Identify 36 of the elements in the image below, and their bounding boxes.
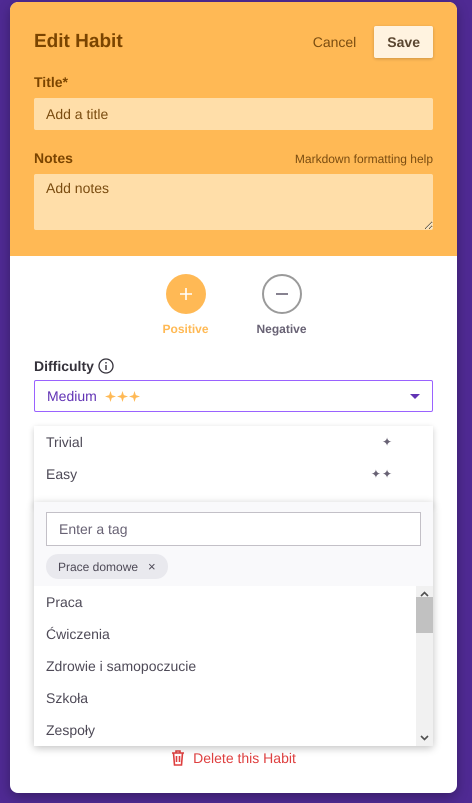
difficulty-option[interactable]: Easy ✦✦ [34,458,433,490]
delete-habit-button[interactable]: Delete this Habit [165,749,302,767]
info-icon[interactable] [98,358,114,374]
plus-icon [180,288,192,300]
star-icon [116,390,128,402]
tag-option[interactable]: Zespoły [34,714,416,746]
title-label: Title* [34,74,68,90]
tag-option[interactable]: Praca [34,586,416,618]
notes-label: Notes [34,150,73,166]
trash-icon [171,750,186,766]
sparkle-marker: ✦✦ [370,467,393,481]
tag-search-field[interactable]: Enter a tag [46,512,421,546]
star-icon [104,390,116,402]
difficulty-option[interactable]: Trivial ✦ [34,426,433,458]
difficulty-label: Difficulty [34,358,94,374]
scroll-up-icon[interactable] [420,591,429,597]
negative-toggle[interactable]: Negative [250,274,314,336]
dialog-title: Edit Habit [34,31,123,53]
remove-icon[interactable]: × [148,559,156,574]
scrollbar[interactable] [416,586,433,746]
cancel-button[interactable]: Cancel [308,30,360,54]
minus-icon [276,293,288,295]
save-button[interactable]: Save [374,26,433,58]
tag-option[interactable]: Szkoła [34,682,416,714]
title-field[interactable]: Add a title [34,98,433,130]
sparkle-marker: ✦ [382,435,393,449]
scroll-down-icon[interactable] [420,735,429,741]
tag-option[interactable]: Ćwiczenia [34,618,416,650]
scrollbar-thumb[interactable] [416,597,433,633]
tag-option[interactable]: Zdrowie i samopoczucie [34,650,416,682]
notes-field[interactable]: Add notes [34,174,433,230]
caret-icon [410,394,420,398]
markdown-help-link[interactable]: Markdown formatting help [294,152,433,166]
star-icon [128,390,140,402]
difficulty-select[interactable]: Medium [34,380,433,412]
tag-chip[interactable]: Prace domowe × [46,554,168,579]
